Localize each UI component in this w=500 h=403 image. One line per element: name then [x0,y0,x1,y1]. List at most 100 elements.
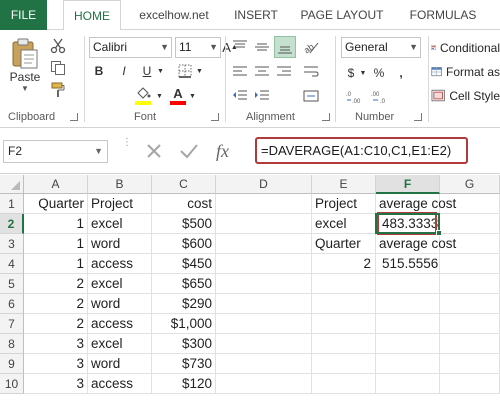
font-color-dropdown-arrow-icon[interactable]: ▼ [188,85,197,107]
cell-d8[interactable] [216,334,312,354]
cell-f8[interactable] [376,334,440,354]
cell-d1[interactable] [216,194,312,214]
cell-c1[interactable]: cost [152,194,216,214]
tab-home[interactable]: HOME [63,0,121,31]
tab-formulas[interactable]: FORMULAS [403,0,483,30]
cell-f3[interactable]: average cost [376,234,456,254]
currency-button[interactable]: $ [343,63,359,83]
align-right-button[interactable] [274,62,294,82]
font-color-button[interactable]: A [168,85,188,107]
cell-f4[interactable]: 515.5556 [376,254,440,274]
orientation-button[interactable]: ab [300,36,322,58]
cell-c8[interactable]: $300 [152,334,216,354]
cell-e2[interactable]: excel [312,214,376,234]
row-header-1[interactable]: 1 [0,194,24,214]
cell-g8[interactable] [440,334,500,354]
select-all-button[interactable] [0,175,24,194]
number-launcher-icon[interactable] [414,113,422,121]
borders-dropdown-arrow-icon[interactable]: ▼ [195,61,204,81]
cell-c2[interactable]: $500 [152,214,216,234]
format-as-table-button[interactable]: Format as [431,62,500,82]
cell-c9[interactable]: $730 [152,354,216,374]
percent-button[interactable]: % [371,63,387,83]
row-header-2[interactable]: 2 [0,214,24,234]
cell-f2[interactable]: 483.3333 [376,214,440,234]
cell-e10[interactable] [312,374,376,394]
cell-e3[interactable]: Quarter [312,234,376,254]
cell-f7[interactable] [376,314,440,334]
cell-a10[interactable]: 3 [24,374,88,394]
cell-c7[interactable]: $1,000 [152,314,216,334]
column-header-b[interactable]: B [88,175,152,194]
cell-d5[interactable] [216,274,312,294]
clipboard-launcher-icon[interactable] [70,113,78,121]
cell-c4[interactable]: $450 [152,254,216,274]
cell-b3[interactable]: word [88,234,152,254]
wrap-text-button[interactable] [300,62,322,82]
cell-g3[interactable] [440,234,500,254]
cell-c10[interactable]: $120 [152,374,216,394]
cell-b4[interactable]: access [88,254,152,274]
underline-button[interactable]: U [138,61,156,81]
comma-style-button[interactable]: , [393,63,409,83]
cell-g10[interactable] [440,374,500,394]
format-painter-button[interactable] [47,80,69,100]
copy-button[interactable] [47,58,69,78]
cell-f5[interactable] [376,274,440,294]
cell-a9[interactable]: 3 [24,354,88,374]
decrease-decimal-button[interactable]: .00 .0 [370,87,392,107]
cell-d10[interactable] [216,374,312,394]
cell-b9[interactable]: word [88,354,152,374]
cell-b5[interactable]: excel [88,274,152,294]
increase-indent-button[interactable] [252,86,272,106]
font-launcher-icon[interactable] [211,113,219,121]
cell-styles-button[interactable]: Cell Style [431,86,500,106]
increase-decimal-button[interactable]: .0 .00 [345,87,367,107]
row-header-7[interactable]: 7 [0,314,24,334]
tab-excelhow-net[interactable]: excelhow.net [130,0,218,30]
font-name-dropdown[interactable]: Calibri ▼ [89,37,172,58]
insert-function-button[interactable]: fx [214,137,242,165]
cell-d4[interactable] [216,254,312,274]
column-header-a[interactable]: A [24,175,88,194]
cell-a3[interactable]: 1 [24,234,88,254]
cell-e7[interactable] [312,314,376,334]
cell-g9[interactable] [440,354,500,374]
cancel-formula-button[interactable] [142,139,166,163]
cell-a8[interactable]: 3 [24,334,88,354]
column-header-e[interactable]: E [312,175,376,194]
cell-b10[interactable]: access [88,374,152,394]
paste-button[interactable]: Paste ▼ [6,36,44,94]
cell-e5[interactable] [312,274,376,294]
align-top-button[interactable] [230,36,250,58]
cell-e1[interactable]: Project [312,194,376,214]
borders-button[interactable] [175,61,195,81]
cell-c6[interactable]: $290 [152,294,216,314]
formula-input[interactable]: =DAVERAGE(A1:C10,C1,E1:E2) [255,137,468,164]
cell-f9[interactable] [376,354,440,374]
cell-b2[interactable]: excel [88,214,152,234]
cell-d6[interactable] [216,294,312,314]
cell-g4[interactable] [440,254,500,274]
underline-dropdown-arrow-icon[interactable]: ▼ [156,61,165,81]
cell-c3[interactable]: $600 [152,234,216,254]
bold-button[interactable]: B [90,61,108,81]
cut-button[interactable] [47,36,69,56]
enter-formula-button[interactable] [177,139,201,163]
tab-insert[interactable]: INSERT [226,0,286,30]
tab-file[interactable]: FILE [0,0,47,30]
cell-g5[interactable] [440,274,500,294]
cell-a1[interactable]: Quarter [24,194,88,214]
cell-b7[interactable]: access [88,314,152,334]
tab-page-layout[interactable]: PAGE LAYOUT [294,0,390,30]
cell-f1[interactable]: average cost [376,194,456,214]
column-header-g[interactable]: G [440,175,500,194]
cell-d7[interactable] [216,314,312,334]
fill-handle[interactable] [436,230,442,236]
font-size-dropdown[interactable]: 11 ▼ [175,37,221,58]
cell-b6[interactable]: word [88,294,152,314]
cell-d3[interactable] [216,234,312,254]
row-header-6[interactable]: 6 [0,294,24,314]
cell-c5[interactable]: $650 [152,274,216,294]
cell-f10[interactable] [376,374,440,394]
